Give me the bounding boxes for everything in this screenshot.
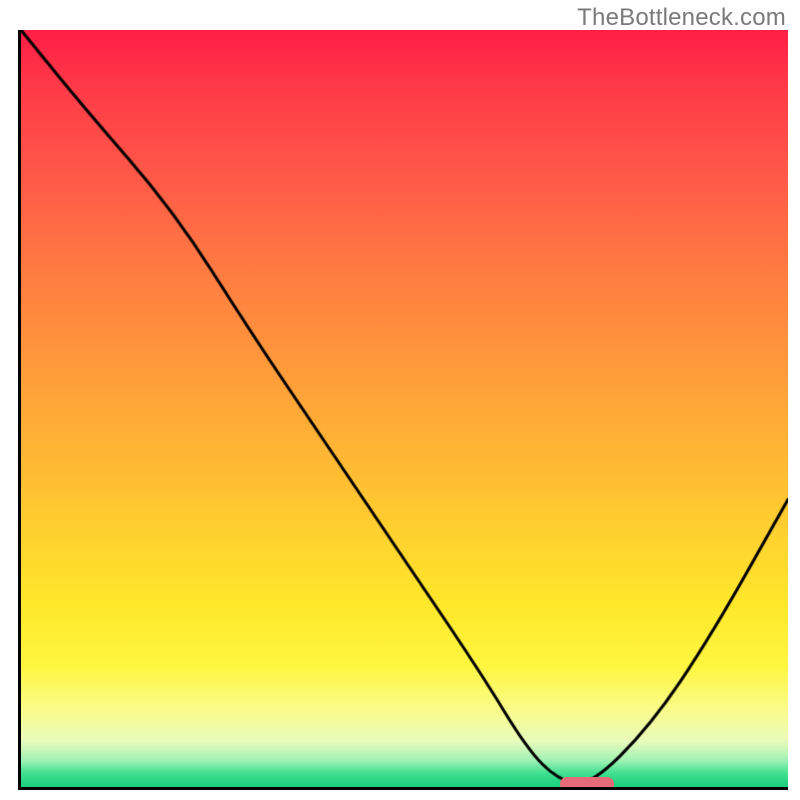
bottleneck-curve: [21, 30, 788, 787]
plot-area: [18, 30, 788, 790]
optimal-marker: [560, 777, 614, 790]
watermark-text: TheBottleneck.com: [577, 4, 786, 32]
chart-container: TheBottleneck.com: [0, 0, 800, 800]
